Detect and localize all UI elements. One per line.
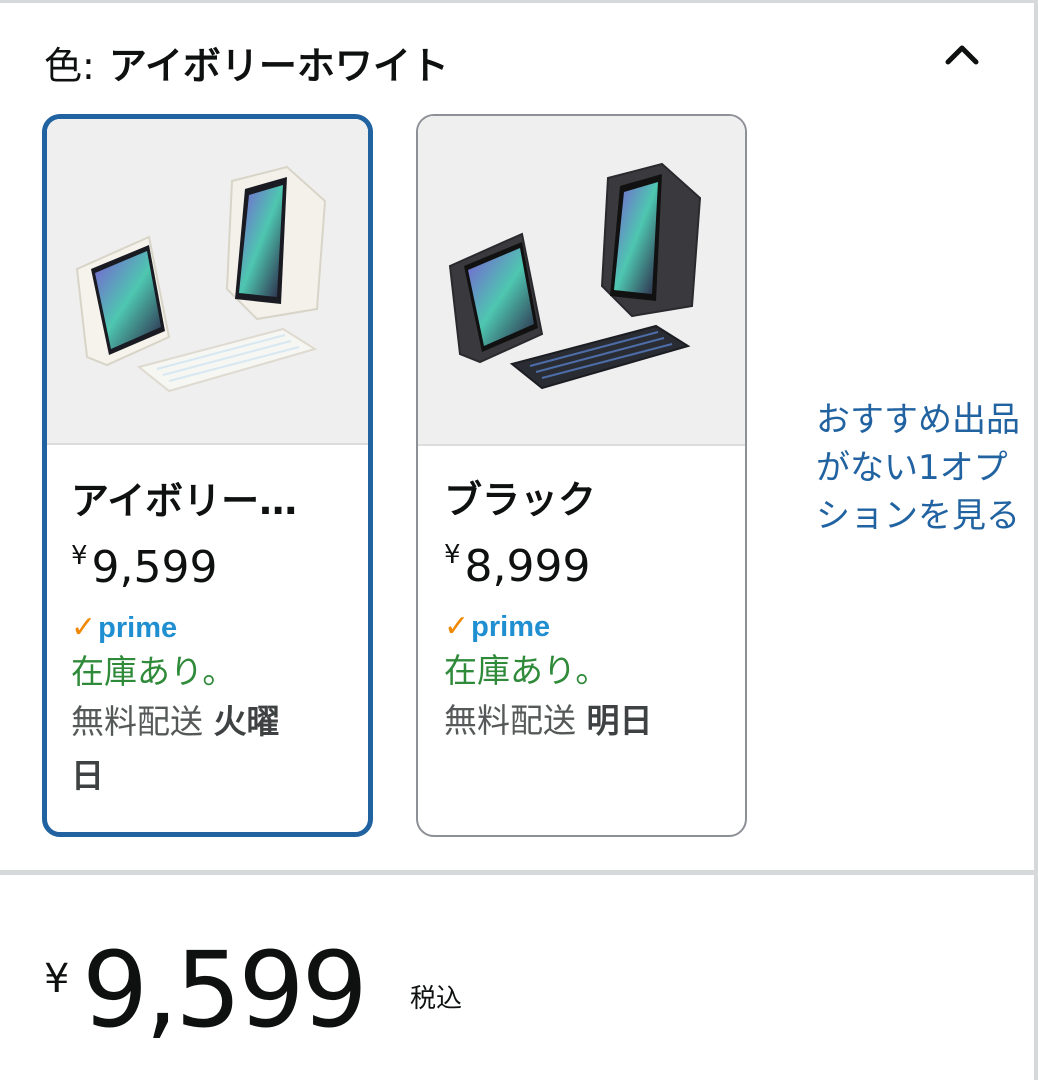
stock-status: 在庫あり。 [71,652,236,691]
right-edge-border [1034,0,1038,1080]
swatch-price: ¥8,999 [444,540,591,592]
prime-badge: ✓ prime [71,610,178,645]
prime-check-icon: ✓ [444,609,470,644]
stock-status: 在庫あり。 [444,651,609,690]
swatch-divider [47,443,368,445]
swatch-divider [418,444,745,446]
swatch-ivory-white[interactable]: アイボリー… ¥9,599 ✓ prime 在庫あり。 無料配送 火曜日 [42,114,373,837]
swatch-price: ¥9,599 [71,541,218,593]
swatch-black[interactable]: ブラック ¥8,999 ✓ prime 在庫あり。 無料配送 明日 [416,114,747,837]
section-divider [0,870,1038,875]
collapse-button[interactable] [938,30,986,78]
selected-color-value: アイボリーホワイト [108,44,449,88]
color-variation-header: 色: アイボリーホワイト [44,40,449,92]
chevron-up-icon [945,45,979,65]
top-divider [0,0,1038,3]
shipping-info: 無料配送 明日 [444,701,653,740]
price-amount: 9,599 [82,929,368,1051]
more-options-link[interactable]: おすすめ出品 がない1オプ ションを見る [816,396,1038,540]
currency-symbol: ¥ [44,956,70,1002]
swatch-name: アイボリー… [71,479,298,523]
shipping-info: 無料配送 火曜日 [71,702,280,795]
prime-check-icon: ✓ [71,610,97,645]
ipad-keyboard-case-black-image [418,116,745,446]
swatch-name: ブラック [444,478,597,522]
color-label: 色: [44,44,95,88]
tax-included-note: 税込 [410,984,463,1014]
ipad-keyboard-case-ivory-image [47,119,368,443]
prime-badge: ✓ prime [444,609,551,644]
